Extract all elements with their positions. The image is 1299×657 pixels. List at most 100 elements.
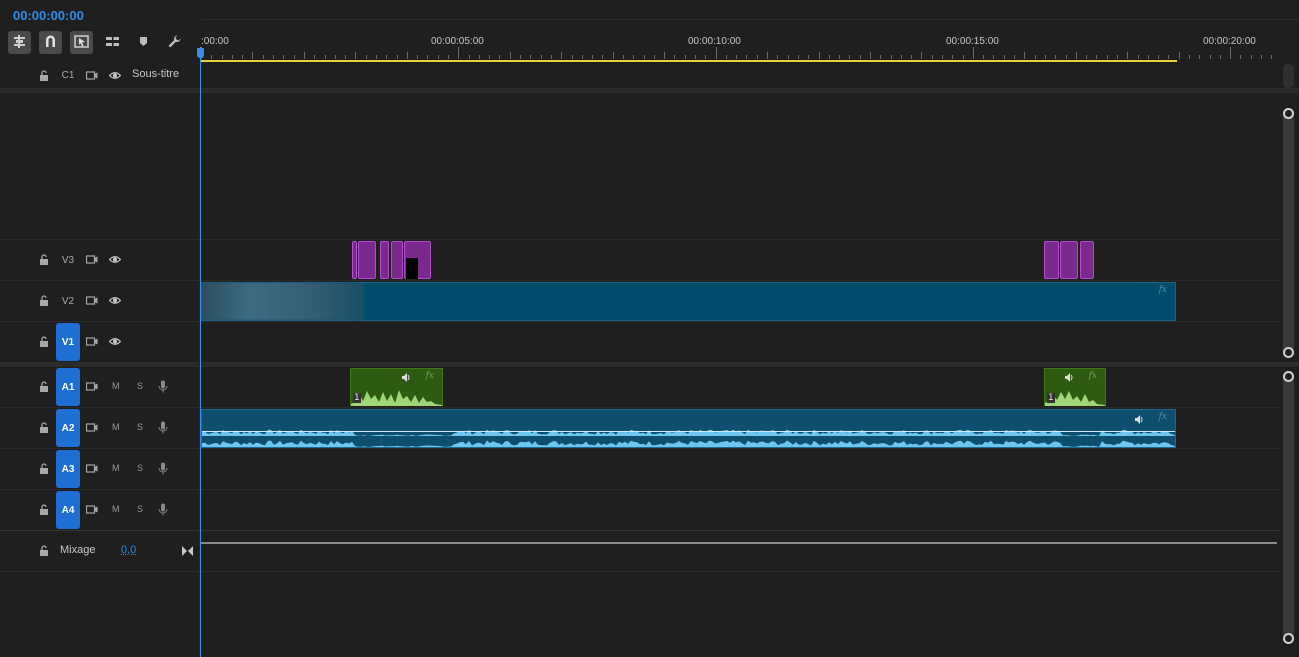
lock-icon[interactable]: [39, 463, 49, 474]
track-label-v3[interactable]: V3: [56, 243, 80, 277]
go-to-in-out-icon[interactable]: [182, 546, 193, 556]
sync-lock-icon[interactable]: [86, 70, 98, 81]
sync-lock-icon[interactable]: [86, 254, 98, 265]
ruler-label-0: :00:00: [201, 36, 229, 47]
eye-icon[interactable]: [109, 254, 121, 265]
audio-scroll-handle-bottom[interactable]: [1283, 633, 1294, 644]
sync-lock-icon[interactable]: [86, 381, 98, 392]
eye-icon[interactable]: [109, 70, 121, 81]
ruler-tick: [489, 55, 491, 59]
track-label-c1[interactable]: C1: [56, 58, 80, 92]
video-scrollbar[interactable]: [1283, 108, 1294, 356]
lock-icon[interactable]: [39, 422, 49, 433]
mute-button[interactable]: M: [112, 422, 120, 432]
lock-icon[interactable]: [39, 545, 49, 556]
audio-gain-icon[interactable]: [1065, 372, 1075, 385]
ruler-tick: [1158, 55, 1160, 59]
timeline-toolbar: [8, 31, 186, 55]
graphic-clip[interactable]: [352, 241, 357, 279]
current-timecode[interactable]: 00:00:00:00: [13, 8, 84, 23]
graphic-clip[interactable]: [1080, 241, 1094, 279]
mute-button[interactable]: M: [112, 463, 120, 473]
waveform-channel: [202, 429, 1175, 436]
graphic-clip[interactable]: [1044, 241, 1059, 279]
solo-button[interactable]: S: [137, 463, 143, 473]
mute-button[interactable]: M: [112, 381, 120, 391]
ruler-tick: [561, 52, 563, 59]
ruler-tick: [1096, 55, 1098, 59]
snap-button[interactable]: [39, 31, 62, 54]
fx-badge[interactable]: fx: [1089, 371, 1097, 381]
graphic-clip[interactable]: [358, 241, 376, 279]
audio-gain-icon[interactable]: [402, 372, 412, 385]
sync-lock-icon[interactable]: [86, 295, 98, 306]
subtitle-scrollbar[interactable]: [1283, 64, 1294, 88]
audio-clip-a1[interactable]: 1 fx: [1044, 368, 1106, 406]
lock-icon[interactable]: [39, 504, 49, 515]
video-scroll-handle-top[interactable]: [1283, 108, 1294, 119]
sync-lock-icon[interactable]: [86, 422, 98, 433]
audio-gain-icon[interactable]: [1135, 414, 1145, 427]
ruler-tick: [1014, 55, 1016, 59]
channel-label: 1: [353, 393, 361, 403]
track-label-a3[interactable]: A3: [56, 450, 80, 488]
track-label-v1[interactable]: V1: [56, 323, 80, 361]
eye-icon[interactable]: [109, 295, 121, 306]
track-label-a1[interactable]: A1: [56, 368, 80, 406]
audio-scrollbar[interactable]: [1283, 371, 1294, 643]
graphic-clip[interactable]: [404, 241, 431, 279]
sync-lock-icon[interactable]: [86, 336, 98, 347]
lock-icon[interactable]: [39, 254, 49, 265]
ruler-tick: [674, 55, 676, 59]
lock-icon[interactable]: [39, 336, 49, 347]
track-label-v2[interactable]: V2: [56, 284, 80, 318]
audio-clip-a2[interactable]: fx: [201, 409, 1176, 448]
insert-sequence-nest-button[interactable]: [8, 31, 31, 54]
lock-icon[interactable]: [39, 295, 49, 306]
timeline-settings-button[interactable]: [163, 31, 186, 54]
lock-icon[interactable]: [39, 381, 49, 392]
work-area-bar[interactable]: [201, 60, 1177, 62]
eye-icon[interactable]: [109, 336, 121, 347]
volume-rubberband[interactable]: [202, 431, 1175, 432]
track-label-a2[interactable]: A2: [56, 409, 80, 447]
time-ruler[interactable]: :00:00 00:00:05:00 00:00:10:00 00:00:15:…: [201, 33, 1281, 63]
ruler-tick: [396, 55, 398, 59]
mix-volume-value[interactable]: 0,0: [121, 544, 136, 556]
microphone-icon[interactable]: [158, 380, 168, 393]
fx-badge[interactable]: fx: [1159, 285, 1167, 295]
lock-icon[interactable]: [39, 70, 49, 81]
graphic-clip[interactable]: [380, 241, 389, 279]
linked-selection-button[interactable]: [70, 31, 93, 54]
add-edit-button[interactable]: [101, 31, 124, 54]
mute-button[interactable]: M: [112, 504, 120, 514]
video-clip-v2[interactable]: fx: [201, 282, 1176, 321]
add-marker-button[interactable]: [132, 31, 155, 54]
audio-clip-a1[interactable]: 1 fx: [350, 368, 443, 406]
subtitle-divider[interactable]: [0, 88, 1299, 93]
sync-lock-icon[interactable]: [86, 463, 98, 474]
mix-volume-line[interactable]: [201, 542, 1277, 544]
microphone-icon[interactable]: [158, 421, 168, 434]
audio-scroll-handle-top[interactable]: [1283, 371, 1294, 382]
ruler-tick: [736, 55, 738, 59]
track-label-a4[interactable]: A4: [56, 491, 80, 529]
ruler-tick: [828, 55, 830, 59]
video-scroll-handle-bottom[interactable]: [1283, 347, 1294, 358]
microphone-icon[interactable]: [158, 462, 168, 475]
fx-badge[interactable]: fx: [1159, 412, 1167, 422]
subtitle-track-name[interactable]: Sous-titre: [132, 68, 179, 80]
graphic-clip[interactable]: [1060, 241, 1078, 279]
ruler-tick: [273, 55, 275, 59]
solo-button[interactable]: S: [137, 422, 143, 432]
solo-button[interactable]: S: [137, 504, 143, 514]
microphone-icon[interactable]: [158, 503, 168, 516]
playhead-line[interactable]: [200, 47, 201, 657]
ruler-tick: [592, 55, 594, 59]
ruler-tick: [571, 55, 573, 59]
fx-badge[interactable]: fx: [426, 371, 434, 381]
graphic-clip[interactable]: [391, 241, 403, 279]
sync-lock-icon[interactable]: [86, 504, 98, 515]
solo-button[interactable]: S: [137, 381, 143, 391]
playhead-handle[interactable]: [197, 48, 204, 58]
